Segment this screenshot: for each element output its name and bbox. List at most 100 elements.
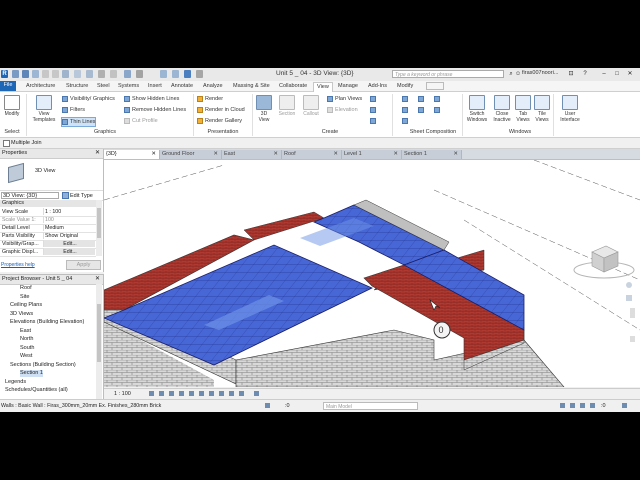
tab-modify[interactable]: Modify bbox=[394, 82, 416, 91]
graphics-category[interactable]: Graphics bbox=[0, 200, 96, 207]
apply-button[interactable]: Apply bbox=[66, 260, 101, 270]
close-icon[interactable]: ✕ bbox=[95, 149, 100, 158]
instance-filter-dropdown[interactable]: 3D View: {3D} bbox=[1, 192, 59, 199]
render-gallery-button[interactable]: Render Gallery bbox=[197, 117, 242, 125]
maximize-icon[interactable]: □ bbox=[614, 71, 620, 77]
tree-item[interactable]: Sections (Building Section) bbox=[10, 362, 76, 369]
view-tab-level-1[interactable]: Level 1 ✕ bbox=[342, 150, 402, 159]
section-icon[interactable] bbox=[136, 70, 143, 78]
view-reference-button[interactable] bbox=[434, 106, 442, 114]
ribbon-options-icon[interactable] bbox=[426, 82, 444, 90]
windows-group-label[interactable]: Windows bbox=[490, 129, 550, 135]
tag-icon[interactable] bbox=[98, 70, 105, 78]
select-group-label[interactable]: Select bbox=[2, 129, 22, 135]
elevation-button[interactable]: Elevation bbox=[327, 106, 358, 114]
thin-lines-button[interactable]: Thin Lines bbox=[61, 117, 97, 127]
view-tab-east[interactable]: East ✕ bbox=[222, 150, 282, 159]
select-pinned-icon[interactable] bbox=[580, 403, 585, 408]
multiple-join-checkbox[interactable] bbox=[3, 140, 10, 147]
nav-bar-options-icon[interactable] bbox=[630, 336, 635, 342]
render-button[interactable]: Render bbox=[197, 95, 223, 103]
close-icon[interactable]: ✕ bbox=[213, 150, 218, 159]
sync-icon[interactable] bbox=[32, 70, 39, 78]
matchline-button[interactable] bbox=[434, 95, 442, 103]
temporary-hide-icon[interactable] bbox=[229, 391, 234, 396]
tree-item[interactable]: Roof bbox=[20, 285, 32, 292]
graphics-group-label[interactable]: Graphics bbox=[60, 129, 150, 135]
close-icon[interactable]: ✕ bbox=[393, 150, 398, 159]
user-icon[interactable]: ☺ bbox=[515, 71, 521, 77]
visibility-graphics-edit-button[interactable]: Edit... bbox=[43, 240, 95, 247]
close-icon[interactable]: ✕ bbox=[453, 150, 458, 159]
properties-scrollbar[interactable] bbox=[96, 200, 102, 256]
customize-toolbar-icon[interactable] bbox=[196, 70, 203, 78]
tree-item[interactable]: Elevations (Building Elevation) bbox=[10, 319, 84, 326]
minimize-icon[interactable]: – bbox=[601, 71, 607, 77]
worksharing-display-icon[interactable] bbox=[254, 391, 259, 396]
tree-item[interactable]: Section 1 bbox=[20, 370, 43, 377]
crop-view-icon[interactable] bbox=[199, 391, 204, 396]
browser-scrollbar[interactable] bbox=[96, 284, 102, 399]
legends-button[interactable] bbox=[370, 106, 378, 114]
callout-button[interactable]: Callout bbox=[300, 95, 322, 117]
filters-button[interactable]: Filters bbox=[62, 106, 85, 114]
cart-icon[interactable]: ⊡ bbox=[568, 71, 574, 77]
view-tab-ground-floor[interactable]: Ground Floor ✕ bbox=[160, 150, 222, 159]
create-group-label[interactable]: Create bbox=[300, 129, 360, 135]
tab-structure[interactable]: Structure bbox=[63, 82, 91, 91]
worksets-icon[interactable] bbox=[265, 403, 270, 408]
view-templates-button[interactable]: View Templates bbox=[30, 95, 58, 123]
select-links-icon[interactable] bbox=[560, 403, 565, 408]
scrollbar-thumb[interactable] bbox=[97, 208, 101, 238]
sheet-button[interactable] bbox=[402, 95, 410, 103]
tab-file[interactable]: File bbox=[0, 81, 16, 91]
close-icon[interactable]: ✕ bbox=[627, 71, 633, 77]
close-icon[interactable]: ✕ bbox=[333, 150, 338, 159]
tab-insert[interactable]: Insert bbox=[145, 82, 165, 91]
visibility-graphics-button[interactable]: Visibility/ Graphics bbox=[62, 95, 115, 103]
undo-icon[interactable] bbox=[42, 70, 49, 78]
place-view-button[interactable] bbox=[418, 95, 426, 103]
edit-type-button[interactable]: Edit Type bbox=[62, 192, 93, 200]
thin-lines-icon[interactable] bbox=[160, 70, 167, 78]
tab-views-button[interactable]: Tab Views bbox=[514, 95, 532, 123]
remove-hidden-lines-button[interactable]: Remove Hidden Lines bbox=[124, 106, 186, 114]
visual-style-icon[interactable] bbox=[159, 391, 164, 396]
select-by-face-icon[interactable] bbox=[590, 403, 595, 408]
tree-item[interactable]: Ceiling Plans bbox=[10, 302, 42, 309]
tab-collaborate[interactable]: Collaborate bbox=[276, 82, 310, 91]
tab-steel[interactable]: Steel bbox=[94, 82, 113, 91]
save-icon[interactable] bbox=[22, 70, 29, 78]
3d-viewport[interactable]: 0 bbox=[104, 160, 640, 387]
reveal-hidden-icon[interactable] bbox=[239, 391, 244, 396]
measure-icon[interactable] bbox=[74, 70, 81, 78]
filter-icon[interactable] bbox=[622, 403, 627, 408]
tree-item[interactable]: Schedules/Quantities (all) bbox=[5, 387, 68, 394]
building-model[interactable]: 0 bbox=[104, 160, 640, 387]
navigation-bar[interactable] bbox=[626, 282, 635, 342]
view-tab-roof[interactable]: Roof ✕ bbox=[282, 150, 342, 159]
tab-annotate[interactable]: Annotate bbox=[168, 82, 196, 91]
sheet-composition-group-label[interactable]: Sheet Composition bbox=[402, 129, 464, 135]
tab-massing-site[interactable]: Massing & Site bbox=[230, 82, 273, 91]
presentation-group-label[interactable]: Presentation bbox=[198, 129, 248, 135]
title-block-button[interactable] bbox=[402, 106, 410, 114]
view-scale-field[interactable]: 1 : 100 bbox=[43, 208, 95, 215]
redo-icon[interactable] bbox=[52, 70, 59, 78]
modify-button[interactable]: Modify bbox=[2, 95, 22, 117]
close-icon[interactable]: ✕ bbox=[151, 150, 156, 159]
default-3d-view-icon[interactable] bbox=[124, 70, 131, 78]
tree-item[interactable]: East bbox=[20, 328, 31, 335]
lock-3d-view-icon[interactable] bbox=[219, 391, 224, 396]
nav-bar-scroll-icon[interactable] bbox=[630, 308, 635, 318]
render-in-cloud-button[interactable]: Render in Cloud bbox=[197, 106, 245, 114]
tree-item[interactable]: South bbox=[20, 345, 34, 352]
print-icon[interactable] bbox=[62, 70, 69, 78]
scrollbar-thumb[interactable] bbox=[97, 304, 101, 362]
view-tab-3d[interactable]: {3D} ✕ bbox=[104, 150, 160, 159]
view-scale-selector[interactable]: 1 : 100 bbox=[114, 390, 131, 398]
text-icon[interactable] bbox=[110, 70, 117, 78]
sun-path-icon[interactable] bbox=[169, 391, 174, 396]
switch-windows-icon[interactable] bbox=[184, 70, 191, 78]
select-underlay-icon[interactable] bbox=[570, 403, 575, 408]
